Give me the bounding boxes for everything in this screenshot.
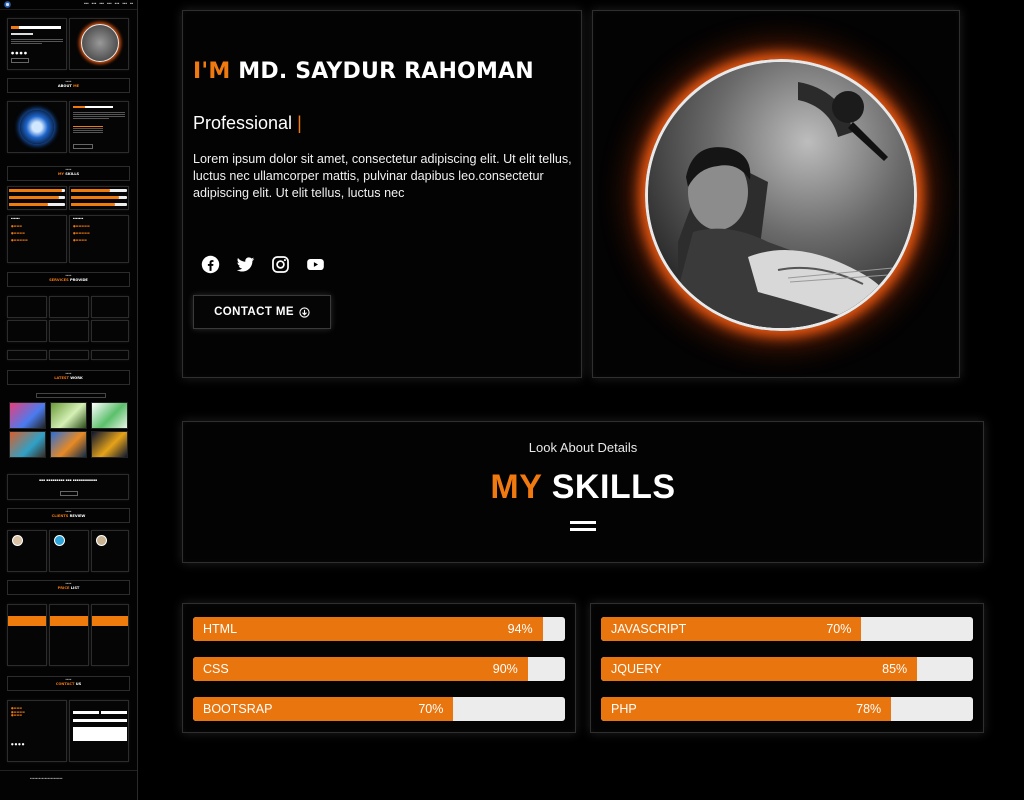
contact-me-label: CONTACT ME: [214, 306, 294, 318]
preview-skills-title: ▪▪▪▪ MY SKILLS: [7, 166, 130, 181]
skill-bar: JQUERY 85%: [601, 657, 973, 681]
skill-percent: 90%: [492, 662, 518, 676]
preview-experience: ▪▪▪▪▪▪▪ ●▬▬▬▬▬ ●▬▬▬▬▬ ●▬▬▬▬: [69, 215, 129, 263]
skill-bar: BOOTSRAP 70%: [193, 697, 565, 721]
skill-percent: 94%: [507, 622, 533, 636]
preview-work-thumb: [91, 402, 128, 429]
preview-work-title: ▪▪▪▪ LATEST WORK: [7, 370, 130, 385]
hero-name-heading: I'M MD. SAYDUR RAHOMAN: [193, 59, 534, 84]
preview-footer: ▪▪▪▪▪▪▪▪▪▪▪▪▪▪▪▪▪▪▪▪▪▪: [30, 777, 63, 780]
hero-greeting: I'M: [193, 59, 231, 84]
youtube-icon[interactable]: [306, 255, 325, 274]
skill-bar-fill: JQUERY 85%: [601, 657, 918, 681]
preview-counter: [7, 350, 47, 360]
preview-price-card: [7, 604, 47, 666]
contact-me-button[interactable]: CONTACT ME: [193, 295, 331, 329]
hero-description: Lorem ipsum dolor sit amet, consectetur …: [193, 152, 572, 200]
skill-bar-fill: PHP 78%: [601, 697, 892, 721]
preview-counter: [91, 350, 129, 360]
skill-bar-fill: CSS 90%: [193, 657, 528, 681]
skill-bar-fill: JAVASCRIPT 70%: [601, 617, 862, 641]
preview-freelance-banner: ▪▪▪ ▪▪▪▪▪▪▪▪▪ ▪▪▪ ▪▪▪▪▪▪▪▪▪▪▪▪: [7, 474, 129, 500]
preview-work-thumb: [50, 402, 87, 429]
profile-photo: [645, 59, 917, 331]
preview-about-image: [7, 101, 67, 153]
skill-percent: 70%: [418, 702, 444, 716]
skill-name: BOOTSRAP: [203, 702, 273, 716]
preview-price-card: [49, 604, 89, 666]
preview-work-thumb: [9, 402, 46, 429]
preview-contact-info: ●▬▬▬ ●▬▬▬▬ ●▬▬▬ ● ● ● ●: [7, 700, 67, 762]
preview-navbar: ▪▪▪ ▪▪▪ ▪▪▪ ▪▪▪ ▪▪▪ ▪▪▪ ▪▪: [0, 0, 137, 10]
instagram-icon[interactable]: [271, 255, 290, 274]
preview-work-thumb: [91, 431, 128, 458]
skill-name: CSS: [203, 662, 229, 676]
hero-intro-panel: I'M MD. SAYDUR RAHOMAN Professional | Lo…: [182, 10, 582, 378]
preview-review-title: ▪▪▪▪ CLIENTS REVIEW: [7, 508, 130, 523]
skill-name: HTML: [203, 622, 238, 636]
hero-name: MD. SAYDUR RAHOMAN: [238, 59, 534, 84]
skill-bar-fill: HTML 94%: [193, 617, 543, 641]
skill-name: JAVASCRIPT: [611, 622, 687, 636]
preview-about-title: ▪▪▪▪ ABOUT ME: [7, 78, 130, 93]
preview-services-title: ▪▪▪▪ SERVICES PROVIDE: [7, 272, 130, 287]
preview-price-card: [91, 604, 129, 666]
skills-title: MY SKILLS: [183, 468, 983, 507]
typing-cursor: |: [297, 113, 302, 133]
preview-service-card: [49, 320, 89, 342]
hero-role: Professional |: [193, 113, 302, 134]
preview-service-card: [7, 296, 47, 318]
skills-title-accent: MY: [490, 468, 542, 506]
preview-education: ▪▪▪▪▪▪ ●▬▬▬ ●▬▬▬▬ ●▬▬▬▬▬: [7, 215, 67, 263]
preview-work-thumb: [9, 431, 46, 458]
skill-bar: PHP 78%: [601, 697, 973, 721]
title-divider-icon: [570, 521, 596, 535]
preview-hero-photo: [69, 18, 129, 70]
preview-about-text: [69, 101, 129, 153]
skill-bar: HTML 94%: [193, 617, 565, 641]
preview-contact-title: ▪▪▪▪ CONTACT US: [7, 676, 130, 691]
skill-bar-fill: BOOTSRAP 70%: [193, 697, 454, 721]
skills-panel-left: HTML 94% CSS 90% BOOTSRAP 70%: [182, 603, 576, 733]
preview-hero-text: ● ● ● ●: [7, 18, 67, 70]
preview-service-card: [91, 320, 129, 342]
preview-service-card: [49, 296, 89, 318]
skills-subtitle: Look About Details: [528, 440, 638, 455]
skill-name: PHP: [611, 702, 637, 716]
preview-work-thumb: [50, 431, 87, 458]
preview-contact-form: [69, 700, 129, 762]
preview-pricing-title: ▪▪▪▪ PRICE LIST: [7, 580, 130, 595]
facebook-icon[interactable]: [201, 255, 220, 274]
preview-service-card: [91, 296, 129, 318]
arrow-down-circle-icon: [299, 306, 310, 318]
preview-service-card: [7, 320, 47, 342]
skills-header-panel: Look About Details MY SKILLS: [182, 421, 984, 563]
skill-percent: 78%: [856, 702, 882, 716]
preview-nav-links: ▪▪▪ ▪▪▪ ▪▪▪ ▪▪▪ ▪▪▪ ▪▪▪ ▪▪: [83, 2, 133, 6]
preview-review-card: [91, 530, 129, 572]
hero-role-text: Professional: [193, 113, 293, 133]
social-links: [201, 255, 325, 274]
skills-panel-right: JAVASCRIPT 70% JQUERY 85% PHP 78%: [590, 603, 984, 733]
skills-title-rest: SKILLS: [551, 468, 676, 506]
preview-review-card: [7, 530, 47, 572]
hero-photo-panel: [592, 10, 960, 378]
preview-work-filter: [36, 393, 106, 398]
skill-name: JQUERY: [611, 662, 662, 676]
skill-percent: 85%: [882, 662, 908, 676]
skill-percent: 70%: [826, 622, 852, 636]
preview-review-card: [49, 530, 89, 572]
twitter-icon[interactable]: [236, 255, 255, 274]
skill-bar: JAVASCRIPT 70%: [601, 617, 973, 641]
page-preview-sidebar[interactable]: ▪▪▪ ▪▪▪ ▪▪▪ ▪▪▪ ▪▪▪ ▪▪▪ ▪▪ ● ● ● ● ▪▪▪▪ ABOUT M…: [0, 0, 138, 800]
preview-logo: [4, 1, 11, 8]
profile-photo-frame: [645, 59, 917, 331]
preview-counter: [49, 350, 89, 360]
skill-bar: CSS 90%: [193, 657, 565, 681]
